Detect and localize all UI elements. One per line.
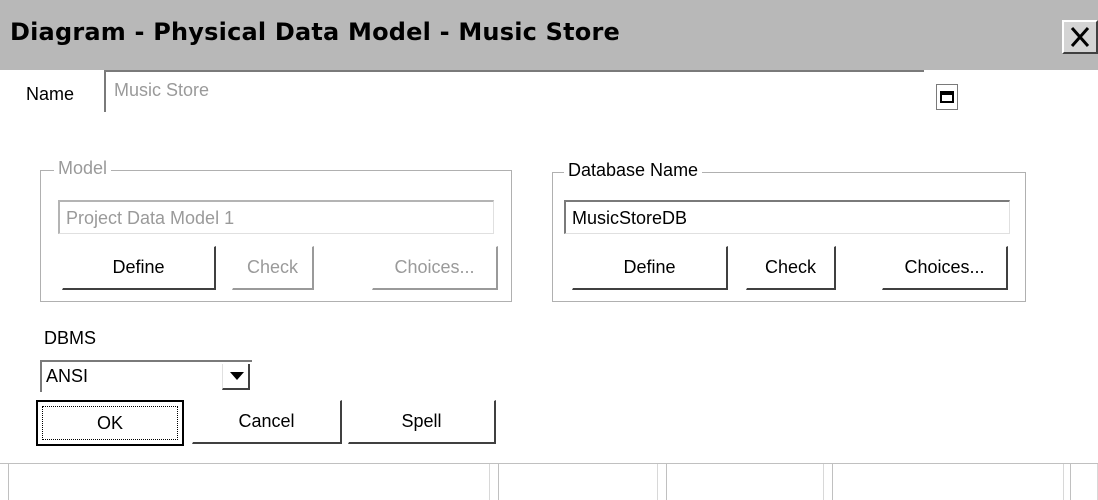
status-bar bbox=[0, 463, 1098, 500]
database-name-field[interactable]: MusicStoreDB bbox=[564, 200, 1010, 234]
database-legend: Database Name bbox=[564, 160, 703, 181]
model-define-label: Define bbox=[112, 257, 165, 277]
status-panel bbox=[498, 464, 658, 500]
window-icon bbox=[940, 91, 954, 103]
title-bar: Diagram - Physical Data Model - Music St… bbox=[0, 0, 1098, 72]
database-choices-label: Choices... bbox=[904, 257, 985, 277]
status-panel bbox=[1070, 464, 1098, 500]
status-panel bbox=[832, 464, 1064, 500]
status-panel bbox=[666, 464, 824, 500]
model-choices-label: Choices... bbox=[394, 257, 475, 277]
model-legend: Model bbox=[54, 158, 112, 179]
model-check-button: Check bbox=[232, 246, 314, 290]
name-label: Name bbox=[26, 84, 75, 104]
window-title: Diagram - Physical Data Model - Music St… bbox=[10, 18, 620, 46]
database-check-button[interactable]: Check bbox=[746, 246, 836, 290]
status-panel bbox=[8, 464, 490, 500]
model-define-button[interactable]: Define bbox=[62, 246, 216, 290]
close-button[interactable] bbox=[1062, 20, 1098, 54]
database-check-label: Check bbox=[764, 257, 817, 277]
database-define-button[interactable]: Define bbox=[572, 246, 728, 290]
dbms-label: DBMS bbox=[44, 328, 97, 348]
cancel-label: Cancel bbox=[238, 411, 295, 431]
spell-label: Spell bbox=[401, 411, 442, 431]
close-icon bbox=[1070, 27, 1090, 47]
ok-button[interactable]: OK bbox=[36, 400, 184, 446]
dbms-select[interactable]: ANSI bbox=[40, 360, 252, 392]
database-choices-button[interactable]: Choices... bbox=[882, 246, 1008, 290]
model-choices-button: Choices... bbox=[372, 246, 498, 290]
model-field: Project Data Model 1 bbox=[58, 200, 494, 234]
name-field[interactable]: Music Store bbox=[104, 70, 924, 112]
dbms-selected-value: ANSI bbox=[46, 366, 89, 386]
expand-name-button[interactable] bbox=[936, 84, 958, 110]
dropdown-arrow-button[interactable] bbox=[222, 364, 250, 390]
cancel-button[interactable]: Cancel bbox=[192, 400, 342, 444]
chevron-down-icon bbox=[230, 372, 244, 380]
focus-rect bbox=[42, 406, 178, 440]
database-define-label: Define bbox=[623, 257, 676, 277]
spell-button[interactable]: Spell bbox=[348, 400, 496, 444]
model-check-label: Check bbox=[246, 257, 299, 277]
